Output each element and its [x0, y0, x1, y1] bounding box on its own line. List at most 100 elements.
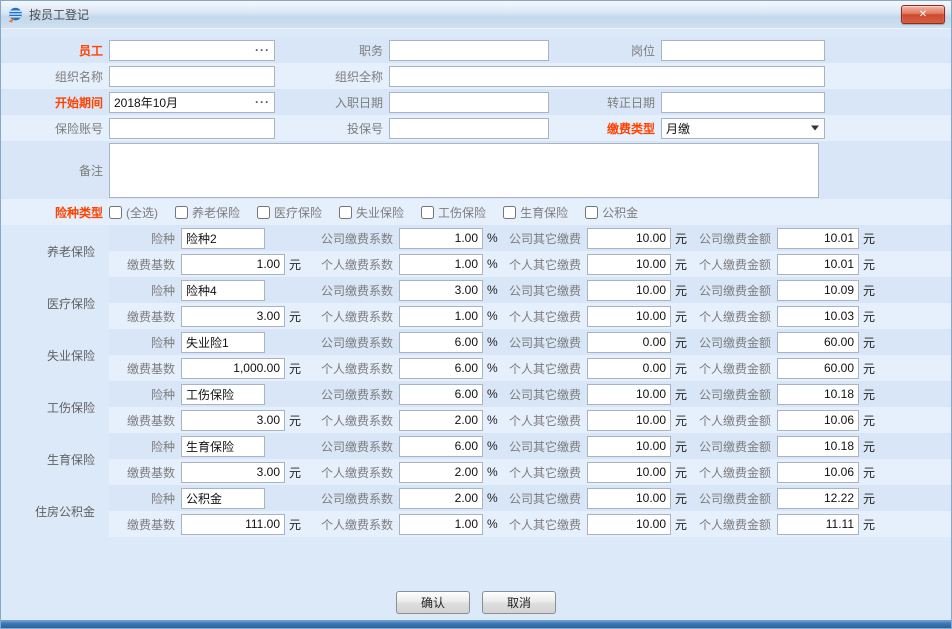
hire-date-label: 入职日期 — [275, 94, 389, 111]
pension-checkbox[interactable] — [175, 206, 188, 219]
confirm-date-input[interactable] — [661, 92, 825, 113]
personal-amount-input[interactable] — [777, 358, 859, 379]
company-other-input[interactable] — [587, 280, 671, 301]
personal-coeff-input[interactable] — [399, 306, 483, 327]
personal-amount-input[interactable] — [777, 410, 859, 431]
yuan-unit: 元 — [285, 256, 305, 273]
company-coeff-input[interactable] — [399, 436, 483, 457]
insurance-kind-input[interactable] — [181, 436, 265, 457]
yuan-unit: 元 — [671, 464, 691, 481]
personal-other-input[interactable] — [587, 254, 671, 275]
medical-checkbox[interactable] — [257, 206, 270, 219]
dropdown-arrow-icon[interactable] — [811, 126, 819, 131]
personal-amount-label: 个人缴费金额 — [691, 412, 777, 429]
base-input[interactable] — [181, 462, 285, 483]
insurance-kind-input[interactable] — [181, 488, 265, 509]
post-label: 岗位 — [549, 42, 661, 59]
personal-coeff-input[interactable] — [399, 410, 483, 431]
company-other-label: 公司其它缴费 — [503, 282, 587, 299]
insurance-kind-input[interactable] — [181, 228, 265, 249]
personal-amount-label: 个人缴费金额 — [691, 308, 777, 325]
checkbox-item-unemployment[interactable]: 失业保险 — [339, 204, 404, 221]
confirm-button[interactable]: 确认 — [396, 591, 470, 614]
personal-other-label: 个人其它缴费 — [503, 464, 587, 481]
hire-date-input[interactable] — [389, 92, 549, 113]
personal-other-input[interactable] — [587, 306, 671, 327]
percent-unit: % — [483, 413, 503, 427]
company-other-input[interactable] — [587, 384, 671, 405]
insurance-kind-input[interactable] — [181, 280, 265, 301]
percent-unit: % — [483, 309, 503, 323]
percent-unit: % — [483, 491, 503, 505]
company-coeff-input[interactable] — [399, 228, 483, 249]
cancel-button[interactable]: 取消 — [482, 591, 556, 614]
pay-type-select[interactable] — [661, 118, 825, 139]
ellipsis-icon[interactable]: ··· — [255, 44, 270, 56]
company-other-input[interactable] — [587, 436, 671, 457]
personal-coeff-label: 个人缴费系数 — [309, 256, 399, 273]
remark-textarea[interactable] — [109, 143, 819, 198]
work-injury-checkbox[interactable] — [421, 206, 434, 219]
company-other-input[interactable] — [587, 228, 671, 249]
insurance-kind-input[interactable] — [181, 332, 265, 353]
post-input[interactable] — [661, 40, 825, 61]
insurance-kind-input[interactable] — [181, 384, 265, 405]
company-amount-input[interactable] — [777, 332, 859, 353]
ellipsis-icon[interactable]: ··· — [255, 96, 270, 108]
base-input[interactable] — [181, 254, 285, 275]
start-period-input[interactable] — [109, 92, 275, 113]
org-name-input[interactable] — [109, 66, 275, 87]
select-all-checkbox[interactable] — [109, 206, 122, 219]
sections: 养老保险 险种 公司缴费系数 % 公司其它缴费 元 公司缴费金额 — [1, 225, 951, 537]
personal-amount-input[interactable] — [777, 254, 859, 275]
company-amount-input[interactable] — [777, 280, 859, 301]
company-amount-input[interactable] — [777, 228, 859, 249]
personal-coeff-input[interactable] — [399, 358, 483, 379]
personal-other-input[interactable] — [587, 514, 671, 535]
personal-other-input[interactable] — [587, 358, 671, 379]
base-input[interactable] — [181, 306, 285, 327]
base-input[interactable] — [181, 410, 285, 431]
dialog-content: 员工 ··· 职务 岗位 组织名称 组织全称 开始期间 ··· 入职日期 — [1, 29, 951, 620]
personal-amount-input[interactable] — [777, 306, 859, 327]
company-other-input[interactable] — [587, 332, 671, 353]
insurance-section: 工伤保险 险种 公司缴费系数 % 公司其它缴费 元 公司缴费金额 — [1, 381, 951, 433]
company-amount-label: 公司缴费金额 — [691, 334, 777, 351]
checkbox-item-work-injury[interactable]: 工伤保险 — [421, 204, 486, 221]
base-input[interactable] — [181, 358, 285, 379]
company-coeff-input[interactable] — [399, 488, 483, 509]
checkbox-item-pension[interactable]: 养老保险 — [175, 204, 240, 221]
checkbox-item-medical[interactable]: 医疗保险 — [257, 204, 322, 221]
personal-coeff-input[interactable] — [399, 514, 483, 535]
company-coeff-input[interactable] — [399, 280, 483, 301]
position-input[interactable] — [389, 40, 549, 61]
insurance-account-input[interactable] — [109, 118, 275, 139]
employee-input[interactable] — [109, 40, 275, 61]
company-amount-input[interactable] — [777, 436, 859, 457]
company-amount-input[interactable] — [777, 488, 859, 509]
personal-other-input[interactable] — [587, 462, 671, 483]
policy-no-input[interactable] — [389, 118, 549, 139]
personal-amount-input[interactable] — [777, 462, 859, 483]
close-button[interactable]: ✕ — [901, 5, 945, 24]
housing-fund-checkbox[interactable] — [585, 206, 598, 219]
percent-unit: % — [483, 361, 503, 375]
maternity-checkbox[interactable] — [503, 206, 516, 219]
yuan-unit: 元 — [671, 308, 691, 325]
checkbox-item-select-all[interactable]: (全选) — [109, 204, 158, 221]
personal-coeff-input[interactable] — [399, 462, 483, 483]
checkbox-item-housing-fund[interactable]: 公积金 — [585, 204, 638, 221]
unemployment-checkbox[interactable] — [339, 206, 352, 219]
checkbox-item-maternity[interactable]: 生育保险 — [503, 204, 568, 221]
personal-amount-input[interactable] — [777, 514, 859, 535]
company-amount-label: 公司缴费金额 — [691, 438, 777, 455]
checkbox-label: 公积金 — [602, 204, 638, 221]
base-input[interactable] — [181, 514, 285, 535]
personal-coeff-input[interactable] — [399, 254, 483, 275]
company-other-input[interactable] — [587, 488, 671, 509]
personal-other-input[interactable] — [587, 410, 671, 431]
company-amount-input[interactable] — [777, 384, 859, 405]
org-full-name-input[interactable] — [389, 66, 825, 87]
company-coeff-input[interactable] — [399, 332, 483, 353]
company-coeff-input[interactable] — [399, 384, 483, 405]
